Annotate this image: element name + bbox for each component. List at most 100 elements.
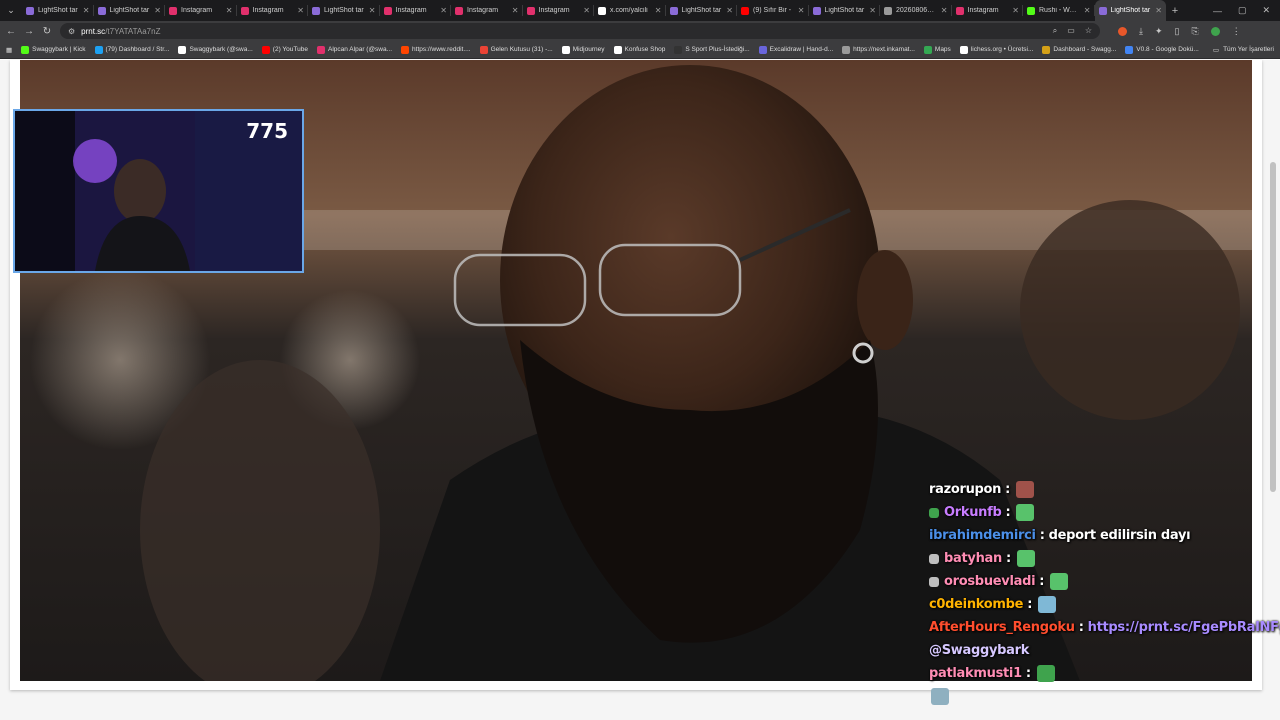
bookmark-item[interactable]: V0.8 - Google Dokü... (1125, 45, 1199, 54)
browser-tab[interactable]: Instagram ✕ (451, 0, 523, 21)
back-icon[interactable]: ← (6, 26, 16, 37)
chat-message: razorupon: (929, 478, 1269, 501)
browser-tab[interactable]: LightShot tar ✕ (94, 0, 166, 21)
bookmark-favicon-icon (613, 45, 622, 54)
tab-close-icon[interactable]: ✕ (369, 6, 376, 15)
apps-icon[interactable]: ▦ (6, 46, 12, 54)
extension-icon[interactable] (1118, 26, 1127, 36)
bookmark-list: Swaggybark | Kick (79) Dashboard / Str...… (21, 45, 1199, 54)
tab-close-icon[interactable]: ✕ (1084, 6, 1091, 15)
chat-username[interactable]: batyhan (944, 551, 1002, 566)
bookmark-label: Swaggybark (@swa... (189, 46, 253, 53)
all-bookmarks-button[interactable]: ▭ Tüm Yer İşaretleri (1213, 46, 1274, 54)
browser-tab[interactable]: LightShot tar ✕ (809, 0, 881, 21)
bookmark-label: lichess.org • Ücretsi... (970, 46, 1034, 53)
tab-close-icon[interactable]: ✕ (869, 6, 876, 15)
browser-tab[interactable]: x.com/yalcili ✕ (594, 0, 666, 21)
bookmark-item[interactable]: S Sport Plus-İstediği... (674, 45, 750, 54)
extensions-icon[interactable]: ✦ (1155, 26, 1163, 37)
chat-username[interactable]: orosbuevladi (944, 574, 1036, 589)
bookmark-item[interactable]: Swaggybark | Kick (21, 45, 86, 54)
bookmark-favicon-icon (401, 45, 410, 54)
scrollbar-thumb[interactable] (1270, 162, 1276, 492)
bookmark-item[interactable]: lichess.org • Ücretsi... (959, 45, 1034, 54)
chat-badge-icon (929, 576, 939, 587)
bookmark-item[interactable]: Excalidraw | Hand-d... (758, 45, 833, 54)
scrollbar[interactable] (1269, 62, 1277, 702)
bookmark-item[interactable]: (79) Dashboard / Str... (94, 45, 169, 54)
tab-close-icon[interactable]: ✕ (1155, 6, 1162, 15)
chat-username[interactable]: AfterHours_Rengoku (929, 620, 1075, 635)
tab-close-icon[interactable]: ✕ (297, 6, 304, 15)
chat-separator: : (1078, 620, 1084, 635)
tab-close-icon[interactable]: ✕ (440, 6, 447, 15)
tab-close-icon[interactable]: ✕ (512, 6, 519, 15)
viewer-counter: 775 (246, 119, 288, 143)
chat-username[interactable]: Orkunfb (944, 505, 1002, 520)
chat-message: c0deinkombe: (929, 593, 1269, 616)
browser-tab[interactable]: Instagram ✕ (380, 0, 452, 21)
tab-close-icon[interactable]: ✕ (726, 6, 733, 15)
bookmark-item[interactable]: Gelen Kutusu (31) -... (479, 45, 553, 54)
chat-link[interactable]: https://prnt.sc/FgePbRaINFg3 (1088, 620, 1280, 635)
bookmark-star-icon[interactable]: ☆ (1085, 26, 1092, 36)
tab-title: Instagram (538, 7, 570, 14)
tab-close-icon[interactable]: ✕ (798, 6, 805, 15)
menu-icon[interactable]: ⋮ (1232, 26, 1241, 37)
browser-tab[interactable]: Instagram ✕ (952, 0, 1024, 21)
bookmark-item[interactable]: (2) YouTube (261, 45, 308, 54)
tab-search-icon[interactable]: ⌄ (0, 0, 22, 21)
close-window-icon[interactable]: ✕ (1262, 5, 1270, 16)
bookmark-item[interactable]: Dashboard - Swagg... (1042, 45, 1116, 54)
browser-tab[interactable]: LightShot tar ✕ (666, 0, 738, 21)
chat-separator: : (1039, 528, 1045, 543)
chat-username[interactable]: razorupon (929, 482, 1001, 497)
tab-title: Instagram (395, 7, 427, 14)
bookmark-item[interactable]: Midjourney (561, 45, 605, 54)
x-icon (598, 6, 606, 15)
tab-close-icon[interactable]: ✕ (583, 6, 590, 15)
download-icon[interactable]: ⤓ (1139, 26, 1143, 37)
chat-username[interactable]: c0deinkombe (929, 597, 1023, 612)
sidebar-icon[interactable]: ▯ (1175, 26, 1180, 37)
profile-avatar[interactable] (1210, 26, 1220, 36)
browser-tab[interactable]: Rushi - Watch ✕ (1023, 0, 1095, 21)
browser-tab[interactable]: Instagram ✕ (165, 0, 237, 21)
browser-tab[interactable]: Instagram ✕ (237, 0, 309, 21)
address-bar[interactable]: ⚙ prnt.sc/t7YATATAa7nZ ⌕ ▭ ☆ (60, 23, 1100, 39)
reload-icon[interactable]: ↻ (42, 26, 52, 37)
tab-close-icon[interactable]: ✕ (226, 6, 233, 15)
bookmark-item[interactable]: Alpcan Alpar (@swa... (316, 45, 392, 54)
tab-close-icon[interactable]: ✕ (655, 6, 662, 15)
bookmark-item[interactable]: https://www.reddit.... (401, 45, 471, 54)
bookmark-item[interactable]: Swaggybark (@swa... (178, 45, 253, 54)
forward-icon[interactable]: → (24, 26, 34, 37)
tab-title: 20260806_22 (896, 7, 937, 14)
new-tab-button[interactable]: + (1166, 0, 1184, 21)
chat-mention[interactable]: @Swaggybark (929, 643, 1029, 658)
zoom-icon[interactable]: ⌕ (1053, 26, 1057, 36)
screenshot-icon[interactable]: ⎘ (1191, 26, 1198, 37)
browser-tab[interactable]: LightShot tar ✕ (308, 0, 380, 21)
chat-message: orosbuevladi: (929, 570, 1269, 593)
browser-tab[interactable]: (9) Sıfır Bir - ✕ (737, 0, 809, 21)
tab-close-icon[interactable]: ✕ (154, 6, 161, 15)
cast-icon[interactable]: ▭ (1067, 26, 1075, 36)
bookmark-item[interactable]: Konfuse Shop (613, 45, 665, 54)
bookmark-item[interactable]: https://next.inkamat... (842, 45, 915, 54)
extensions-area: ⤓ ✦ ▯ ⎘ ⋮ (1118, 26, 1241, 37)
tab-close-icon[interactable]: ✕ (1012, 6, 1019, 15)
minimize-icon[interactable]: — (1213, 6, 1222, 16)
browser-tab[interactable]: 20260806_22 ✕ (880, 0, 952, 21)
bookmark-item[interactable]: Maps (923, 45, 951, 54)
browser-tab[interactable]: LightShot tar ✕ (22, 0, 94, 21)
tab-close-icon[interactable]: ✕ (941, 6, 948, 15)
chat-username[interactable]: patlakmusti1 (929, 666, 1022, 681)
chat-username[interactable]: ibrahimdemirci (929, 528, 1036, 543)
browser-tab[interactable]: LightShot tar ✕ (1094, 0, 1166, 21)
maximize-icon[interactable]: ▢ (1238, 5, 1247, 16)
chat-message: patlakmusti1: (929, 662, 1269, 685)
site-info-icon[interactable]: ⚙ (68, 27, 75, 36)
tab-close-icon[interactable]: ✕ (83, 6, 90, 15)
browser-tab[interactable]: Instagram ✕ (523, 0, 595, 21)
